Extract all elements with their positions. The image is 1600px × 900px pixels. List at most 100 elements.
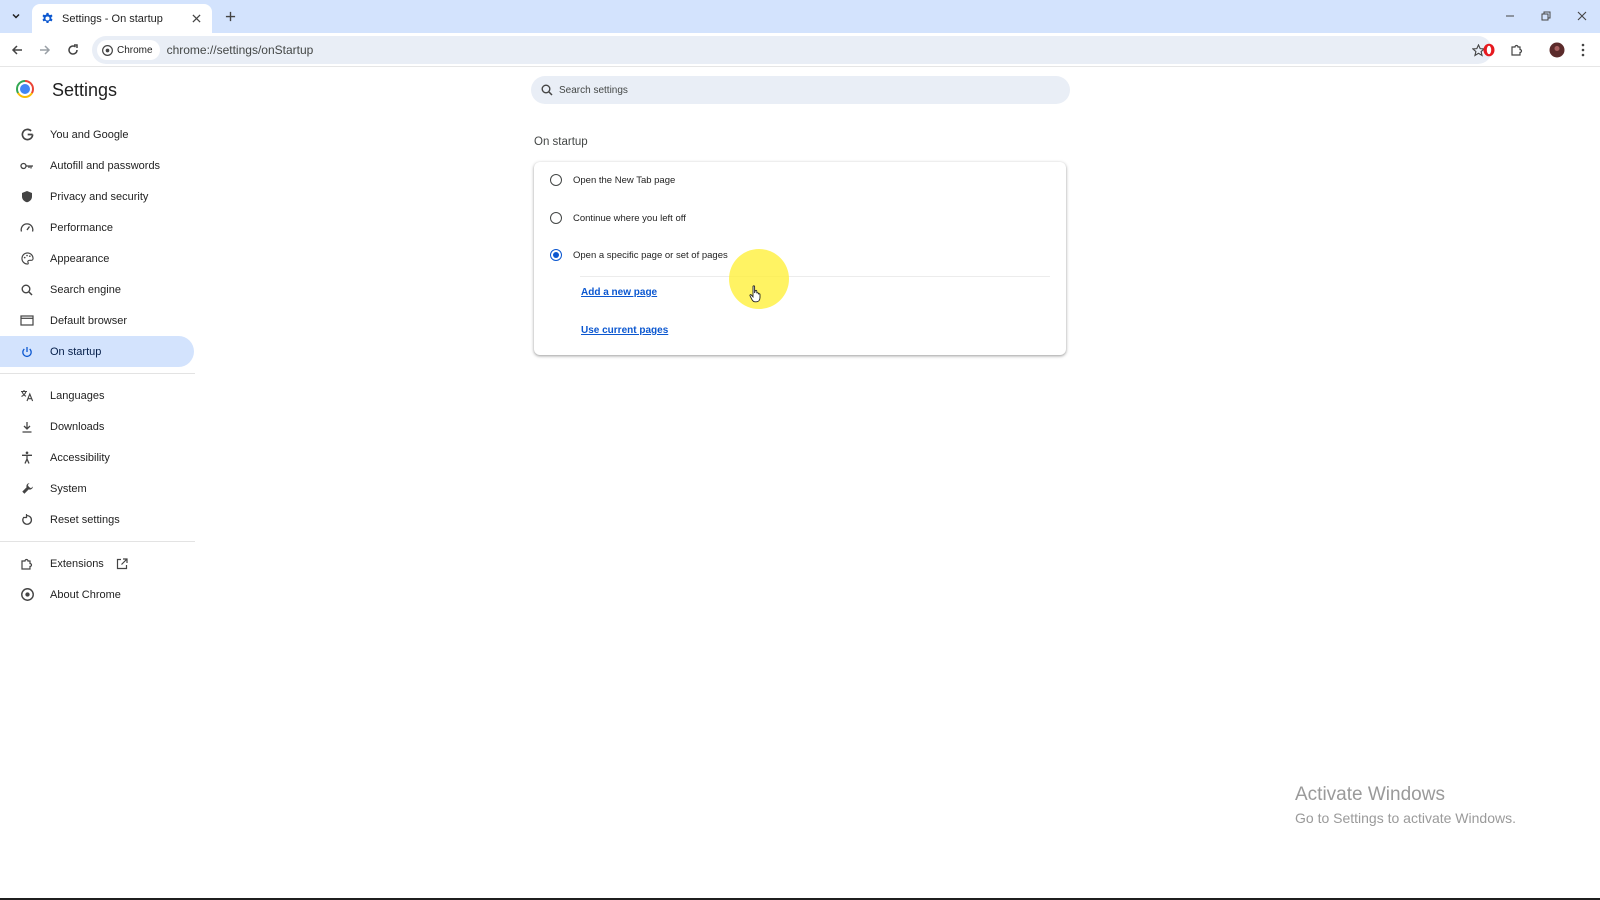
sidebar-divider	[0, 541, 195, 542]
radio-label: Continue where you left off	[573, 212, 686, 224]
sidebar-item-label: Autofill and passwords	[50, 159, 161, 172]
sidebar-item-on-startup[interactable]: On startup	[0, 336, 194, 367]
sidebar-item-label: Privacy and security	[50, 190, 149, 203]
reset-icon	[20, 513, 34, 527]
sidebar-item-accessibility[interactable]: Accessibility	[0, 442, 194, 473]
open-in-new-icon	[116, 557, 128, 570]
reload-icon	[68, 44, 78, 55]
sidebar-divider	[0, 373, 195, 374]
chrome-icon	[20, 588, 34, 602]
close-icon	[1577, 11, 1587, 21]
tab-search-button[interactable]	[6, 6, 26, 26]
palette-icon	[20, 252, 34, 266]
download-icon	[20, 420, 34, 434]
profile-avatar-icon[interactable]	[1546, 39, 1568, 61]
extensions-puzzle-icon[interactable]	[1506, 39, 1528, 61]
search-icon	[541, 84, 553, 96]
menu-kebab-icon[interactable]	[1572, 39, 1594, 61]
minimize-icon	[1506, 15, 1514, 17]
gear-icon	[40, 12, 54, 26]
sidebar-item-appearance[interactable]: Appearance	[0, 243, 194, 274]
address-bar[interactable]: Chrome chrome://settings/onStartup	[92, 36, 1492, 64]
arrow-right-icon	[40, 45, 51, 55]
opera-extension-icon[interactable]	[1478, 39, 1500, 61]
speedometer-icon	[20, 221, 34, 235]
google-g-icon	[20, 128, 34, 142]
key-icon	[20, 159, 34, 173]
sidebar-item-label: Appearance	[50, 252, 110, 265]
puzzle-icon	[20, 557, 34, 571]
sidebar-item-label: On startup	[50, 345, 102, 358]
radio-option-specific-pages[interactable]: Open a specific page or set of pages	[534, 237, 1066, 273]
chevron-down-icon	[12, 13, 20, 19]
toolbar: Chrome chrome://settings/onStartup	[0, 33, 1600, 67]
on-startup-card: Open the New Tab page Continue where you…	[534, 162, 1066, 355]
chrome-icon	[102, 44, 113, 56]
tab-settings[interactable]: Settings - On startup	[32, 4, 212, 33]
chrome-logo	[16, 80, 34, 98]
sidebar-item-label: Default browser	[50, 314, 128, 327]
sidebar-item-label: You and Google	[50, 128, 129, 141]
sidebar-item-label: Languages	[50, 389, 105, 402]
watermark-title: Activate Windows	[1295, 784, 1445, 805]
sidebar-item-label: Accessibility	[50, 451, 110, 464]
accessibility-icon	[20, 451, 34, 465]
section-title: On startup	[534, 136, 588, 148]
search-settings-input[interactable]: Search settings	[531, 76, 1070, 104]
sidebar-item-search-engine[interactable]: Search engine	[0, 274, 194, 305]
use-current-pages-link[interactable]: Use current pages	[581, 325, 668, 336]
sidebar-item-default-browser[interactable]: Default browser	[0, 305, 194, 336]
shield-icon	[20, 190, 34, 204]
watermark-subtitle: Go to Settings to activate Windows.	[1295, 810, 1516, 826]
close-tab-icon[interactable]	[188, 11, 204, 27]
radio-option-new-tab[interactable]: Open the New Tab page	[534, 162, 1066, 198]
chip-label: Chrome	[117, 44, 153, 56]
radio-button[interactable]	[550, 212, 562, 224]
sidebar-item-extensions[interactable]: Extensions	[0, 548, 194, 579]
settings-sidebar: You and Google Autofill and passwords Pr…	[0, 119, 195, 610]
add-new-page-link[interactable]: Add a new page	[581, 287, 657, 298]
sidebar-item-system[interactable]: System	[0, 473, 194, 504]
restore-button[interactable]	[1530, 4, 1562, 28]
sidebar-item-label: Performance	[50, 221, 113, 234]
search-icon	[20, 283, 34, 297]
wrench-icon	[20, 482, 34, 496]
site-info-chip[interactable]: Chrome	[97, 40, 160, 60]
url-text[interactable]: chrome://settings/onStartup	[167, 43, 314, 57]
radio-button[interactable]	[550, 174, 562, 186]
power-icon	[20, 345, 34, 359]
sidebar-item-languages[interactable]: Languages	[0, 380, 194, 411]
tab-title: Settings - On startup	[62, 12, 163, 25]
activate-windows-watermark: Activate Windows Go to Settings to activ…	[1295, 784, 1516, 826]
close-window-button[interactable]	[1566, 4, 1598, 28]
sidebar-item-autofill[interactable]: Autofill and passwords	[0, 150, 194, 181]
back-button[interactable]	[6, 39, 28, 61]
sidebar-item-about-chrome[interactable]: About Chrome	[0, 579, 194, 610]
sidebar-item-reset-settings[interactable]: Reset settings	[0, 504, 194, 535]
sidebar-item-performance[interactable]: Performance	[0, 212, 194, 243]
sidebar-item-label: Search engine	[50, 283, 121, 296]
tab-strip: Settings - On startup	[0, 0, 1600, 33]
plus-icon	[225, 11, 235, 21]
reload-button[interactable]	[62, 39, 84, 61]
page-title: Settings	[52, 80, 118, 100]
search-placeholder: Search settings	[559, 84, 628, 96]
sidebar-item-label: About Chrome	[50, 588, 121, 601]
card-divider	[580, 276, 1050, 277]
radio-label: Open the New Tab page	[573, 174, 676, 186]
sidebar-item-you-and-google[interactable]: You and Google	[0, 119, 194, 150]
sidebar-item-privacy[interactable]: Privacy and security	[0, 181, 194, 212]
translate-icon	[20, 389, 34, 403]
restore-icon	[1541, 11, 1551, 21]
arrow-left-icon	[11, 45, 22, 55]
radio-label: Open a specific page or set of pages	[573, 249, 728, 261]
radio-button-checked[interactable]	[550, 249, 562, 261]
forward-button[interactable]	[34, 39, 56, 61]
sidebar-item-downloads[interactable]: Downloads	[0, 411, 194, 442]
sidebar-item-label: Downloads	[50, 420, 105, 433]
radio-option-continue[interactable]: Continue where you left off	[534, 200, 1066, 236]
sidebar-item-label: Extensions	[50, 557, 104, 570]
browser-window-icon	[20, 314, 34, 328]
minimize-button[interactable]	[1494, 4, 1526, 28]
new-tab-button[interactable]	[220, 6, 240, 26]
